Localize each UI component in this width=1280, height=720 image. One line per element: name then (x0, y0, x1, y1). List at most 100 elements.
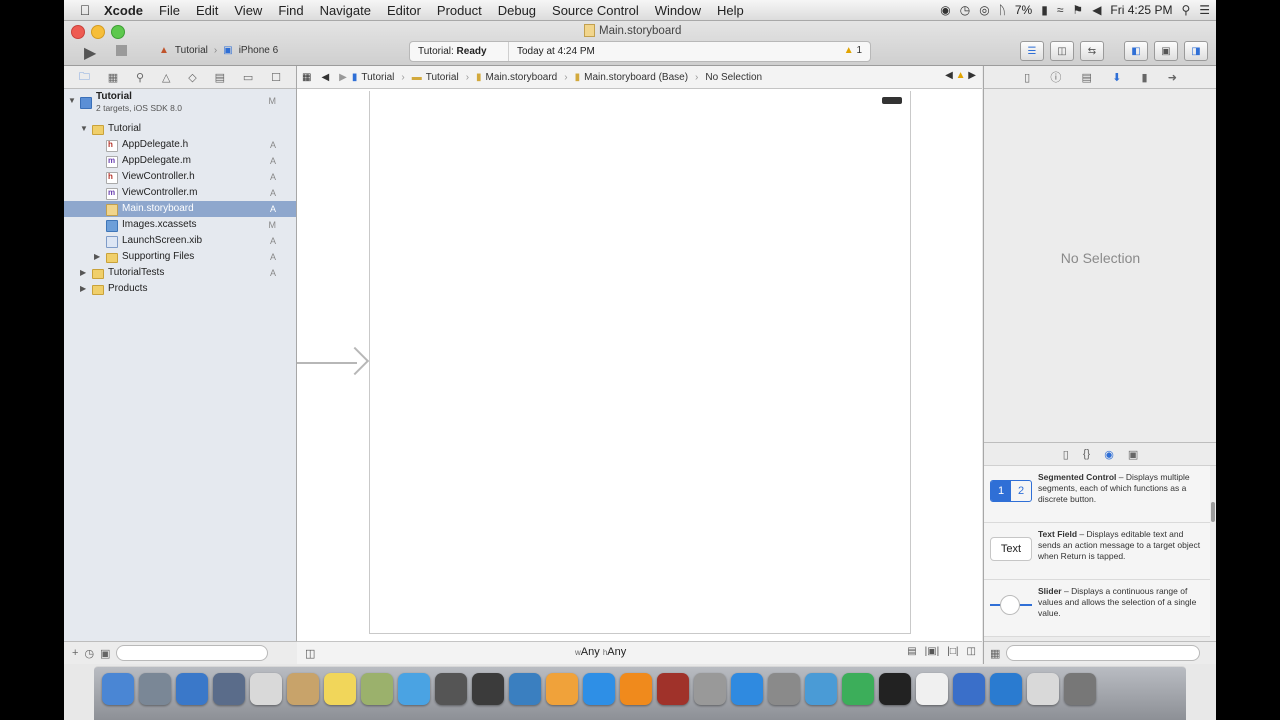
breadcrumb-group[interactable]: Tutorial (426, 72, 459, 83)
size-inspector-icon[interactable]: ▮ (1141, 71, 1147, 84)
dictionary-icon[interactable] (657, 673, 689, 705)
menu-edit[interactable]: Edit (188, 3, 226, 18)
align-icon[interactable]: |▣| (925, 646, 940, 657)
xcode-icon[interactable] (953, 673, 985, 705)
back-arrow-icon[interactable]: ◀ (316, 72, 334, 83)
menu-clock[interactable]: Fri 4:25 PM (1110, 3, 1172, 17)
menu-debug[interactable]: Debug (490, 3, 544, 18)
photos-icon[interactable] (916, 673, 948, 705)
disclosure-closed-icon[interactable]: ▶ (80, 265, 86, 281)
photobooth-icon[interactable] (472, 673, 504, 705)
textedit-icon[interactable] (361, 673, 393, 705)
next-issue-icon[interactable]: ▶ (968, 70, 976, 81)
battery-icon[interactable]: ▮ (1041, 3, 1048, 17)
zoom-window-button[interactable] (111, 25, 125, 39)
report-navigator-icon[interactable]: ☐ (271, 71, 281, 84)
toggle-debug-area-button[interactable]: ▣ (1154, 41, 1178, 61)
folder-icon[interactable]: 🗀 (79, 68, 90, 87)
menu-app-name[interactable]: Xcode (96, 3, 151, 18)
ibooks-icon[interactable] (620, 673, 652, 705)
identity-inspector-icon[interactable]: ▤ (1081, 71, 1091, 84)
pin-icon[interactable]: |□| (947, 646, 958, 657)
debug-navigator-icon[interactable]: ▤ (215, 71, 225, 84)
disclosure-closed-icon[interactable]: ▶ (80, 281, 86, 297)
tree-item-launchscreen-xib[interactable]: LaunchScreen.xib A (64, 233, 296, 249)
warning-icon[interactable]: ▲ (956, 70, 966, 81)
breadcrumb-localization[interactable]: Main.storyboard (Base) (584, 72, 688, 83)
stack-icon[interactable]: ▤ (907, 646, 916, 657)
scheme-name[interactable]: Tutorial (175, 45, 208, 56)
code-snippet-library-icon[interactable]: {} (1083, 448, 1090, 460)
forward-arrow-icon[interactable]: ▶ (334, 72, 352, 83)
tree-item-appdelegate-h[interactable]: h AppDelegate.h A (64, 137, 296, 153)
pages-icon[interactable] (546, 673, 578, 705)
calendar-icon[interactable] (250, 673, 282, 705)
library-item-slider[interactable]: Slider – Displays a continuous range of … (984, 580, 1210, 637)
warning-indicator[interactable]: ▲ 1 (844, 45, 862, 56)
bluetooth-icon[interactable]: ᚢ (999, 3, 1006, 17)
grid-view-icon[interactable]: ▦ (990, 647, 1000, 660)
menu-source-control[interactable]: Source Control (544, 3, 647, 18)
toggle-utilities-button[interactable]: ◨ (1184, 41, 1208, 61)
menu-product[interactable]: Product (429, 3, 490, 18)
size-class-control[interactable]: wAny hAny (575, 646, 626, 658)
navigator-filter-input[interactable] (116, 645, 269, 661)
stickies-icon[interactable] (324, 673, 356, 705)
system-preferences-icon[interactable] (768, 673, 800, 705)
safari-icon[interactable] (176, 673, 208, 705)
screenrecorder-icon[interactable] (879, 673, 911, 705)
resolve-issues-icon[interactable]: ◫ (967, 646, 976, 657)
tree-item-images-xcassets[interactable]: Images.xcassets M (64, 217, 296, 233)
disclosure-open-icon[interactable]: ▼ (68, 93, 76, 109)
menu-help[interactable]: Help (709, 3, 752, 18)
close-window-button[interactable] (71, 25, 85, 39)
toggle-navigator-button[interactable]: ◧ (1124, 41, 1148, 61)
menu-find[interactable]: Find (270, 3, 311, 18)
tree-item-group-tutorial[interactable]: ▼ Tutorial (64, 121, 296, 137)
library-filter-input[interactable] (1006, 645, 1201, 661)
quicktime-icon[interactable] (990, 673, 1022, 705)
apple-menu-icon[interactable]:  (74, 2, 96, 18)
scheme-selector[interactable]: ▲ Tutorial › ▣ iPhone 6 (159, 45, 278, 56)
breakpoint-navigator-icon[interactable]: ▭ (243, 71, 253, 84)
menu-file[interactable]: File (151, 3, 188, 18)
wifi-icon[interactable]: ≈ (1057, 3, 1064, 17)
file-template-library-icon[interactable]: ▯ (1063, 448, 1069, 461)
tree-item-appdelegate-m[interactable]: m AppDelegate.m A (64, 153, 296, 169)
trash-icon[interactable] (1064, 673, 1096, 705)
related-items-icon[interactable]: ▦ (297, 72, 316, 83)
record-icon[interactable]: ◉ (940, 3, 950, 17)
tree-item-supporting-files[interactable]: ▶ Supporting Files A (64, 249, 296, 265)
project-row[interactable]: ▼ Tutorial 2 targets, iOS SDK 8.0 M (64, 91, 296, 119)
breadcrumb-file[interactable]: Main.storyboard (486, 72, 558, 83)
spotlight-icon[interactable]: ⚲ (1181, 3, 1190, 17)
version-editor-button[interactable]: ⇆ (1080, 41, 1104, 61)
timemachine-icon[interactable]: ◷ (960, 3, 970, 17)
device-name[interactable]: iPhone 6 (239, 45, 278, 56)
breadcrumb-project[interactable]: Tutorial (361, 72, 394, 83)
disclosure-open-icon[interactable]: ▼ (80, 121, 88, 137)
keynote-icon[interactable] (805, 673, 837, 705)
contacts-icon[interactable] (287, 673, 319, 705)
minimize-window-button[interactable] (91, 25, 105, 39)
issue-navigator-icon[interactable]: △ (162, 71, 170, 84)
object-library-icon[interactable]: ◉ (1104, 448, 1114, 461)
symbol-navigator-icon[interactable]: ▦ (108, 71, 118, 84)
view-controller-scene[interactable] (369, 91, 911, 634)
document-outline-toggle-icon[interactable]: ◫ (305, 647, 315, 660)
menu-view[interactable]: View (226, 3, 270, 18)
menu-navigate[interactable]: Navigate (312, 3, 379, 18)
tree-item-tutorialtests[interactable]: ▶ TutorialTests A (64, 265, 296, 281)
add-icon[interactable]: + (72, 647, 78, 659)
menu-window[interactable]: Window (647, 3, 709, 18)
tree-item-viewcontroller-m[interactable]: m ViewController.m A (64, 185, 296, 201)
app-store-icon[interactable] (731, 673, 763, 705)
preview-photo-icon[interactable] (509, 673, 541, 705)
tree-item-main-storyboard[interactable]: Main.storyboard A (64, 201, 296, 217)
file-inspector-icon[interactable]: ▯ (1024, 71, 1030, 84)
messages-icon[interactable] (398, 673, 430, 705)
assistant-editor-button[interactable]: ◫ (1050, 41, 1074, 61)
launchpad-icon[interactable] (139, 673, 171, 705)
previous-issue-icon[interactable]: ◀ (945, 70, 953, 81)
calculator-icon[interactable] (694, 673, 726, 705)
